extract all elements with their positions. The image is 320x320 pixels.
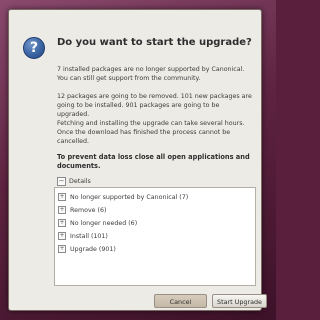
expand-icon[interactable]: + xyxy=(58,193,66,201)
unsupported-packages-text: 7 installed packages are no longer suppo… xyxy=(57,66,245,82)
question-icon: ? xyxy=(23,37,45,59)
tree-item-upgrade[interactable]: + Upgrade (901) xyxy=(58,244,116,254)
expand-icon[interactable]: + xyxy=(58,219,66,227)
collapse-icon[interactable]: − xyxy=(57,176,66,186)
tree-item-label: Install (101) xyxy=(70,232,108,240)
details-tree[interactable]: + No longer supported by Canonical (7) +… xyxy=(54,187,256,286)
data-loss-warning: To prevent data loss close all open appl… xyxy=(57,153,250,170)
expand-icon[interactable]: + xyxy=(58,206,66,214)
tree-item-unsupported[interactable]: + No longer supported by Canonical (7) xyxy=(58,192,188,202)
tree-item-label: No longer needed (6) xyxy=(70,219,138,227)
start-upgrade-button[interactable]: Start Upgrade xyxy=(212,294,267,308)
tree-item-label: Upgrade (901) xyxy=(70,245,116,253)
details-expander[interactable]: − Details xyxy=(57,176,91,186)
tree-item-label: Remove (6) xyxy=(70,206,107,214)
tree-item-label: No longer supported by Canonical (7) xyxy=(70,193,189,201)
dialog-title: Do you want to start the upgrade? xyxy=(57,37,252,48)
package-changes-text: 12 packages are going to be removed. 101… xyxy=(57,93,252,118)
tree-item-install[interactable]: + Install (101) xyxy=(58,231,108,241)
upgrade-dialog: ? Do you want to start the upgrade? 7 in… xyxy=(8,9,267,311)
duration-warning-text: Fetching and installing the upgrade can … xyxy=(57,120,245,145)
details-label: Details xyxy=(69,177,91,185)
tree-item-remove[interactable]: + Remove (6) xyxy=(58,205,106,215)
cancel-button[interactable]: Cancel xyxy=(154,294,207,308)
expand-icon[interactable]: + xyxy=(58,245,66,253)
tree-item-no-longer-needed[interactable]: + No longer needed (6) xyxy=(58,218,137,228)
expand-icon[interactable]: + xyxy=(58,232,66,240)
